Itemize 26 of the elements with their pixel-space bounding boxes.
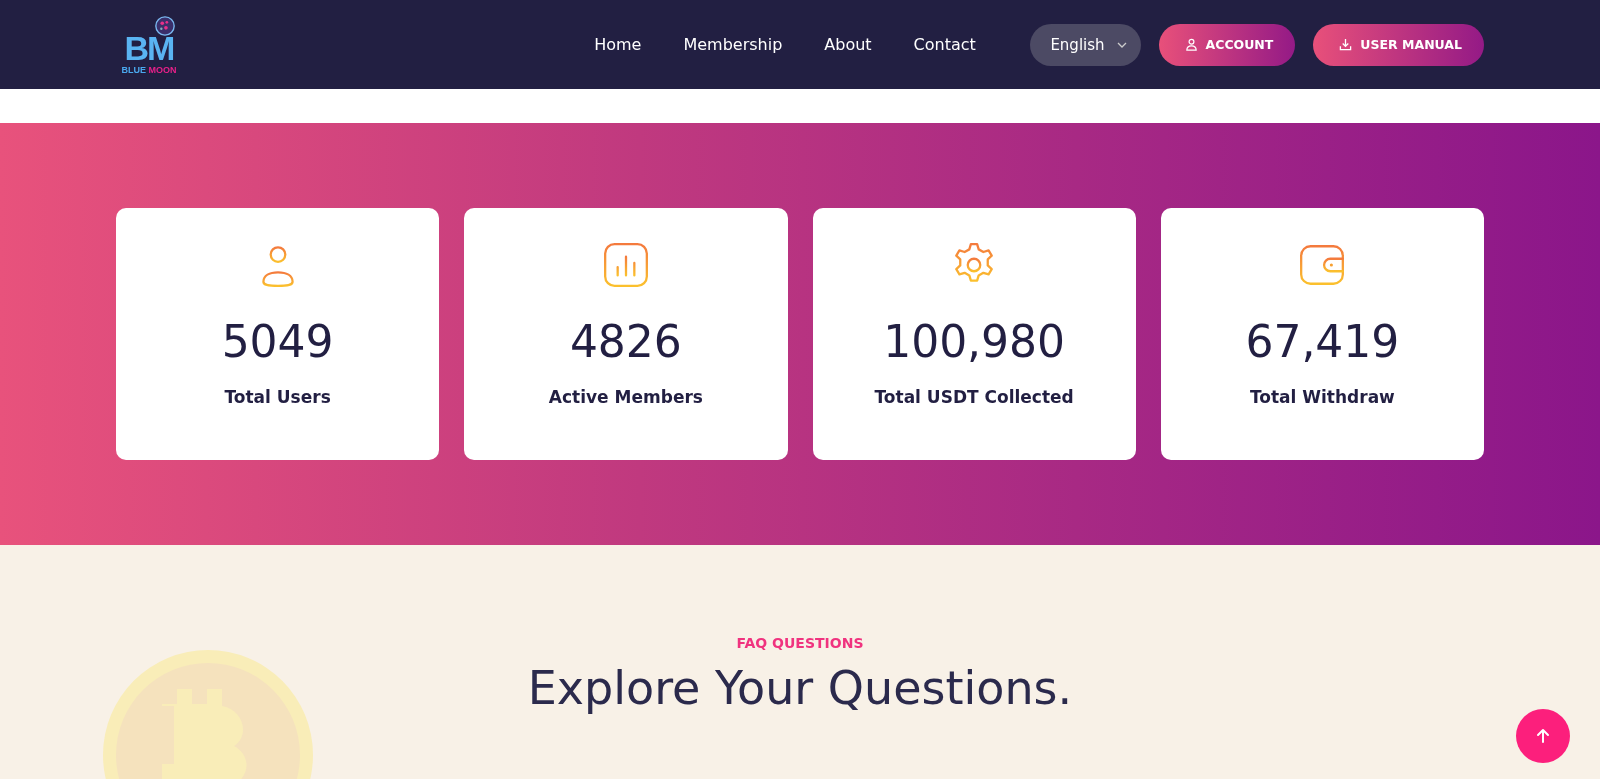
scroll-to-top-button[interactable] [1516,709,1570,763]
stat-label: Active Members [548,387,703,407]
stat-label: Total Withdraw [1249,387,1395,407]
stat-value: 100,980 [883,316,1066,367]
moon-icon [154,14,176,37]
section-heading: Explore Your Questions. [527,661,1073,715]
user-icon [1184,38,1198,51]
section-eyebrow: FAQ QUESTIONS [736,635,864,651]
user-manual-button[interactable]: USER MANUAL [1313,23,1484,66]
account-button[interactable]: ACCOUNT [1158,23,1296,66]
stat-value: 4826 [569,316,682,367]
chevron-down-icon [1116,41,1127,48]
nav-link[interactable]: About [824,35,872,54]
logo-name: BLUE MOON [121,65,177,75]
stat-value: 5049 [221,316,334,367]
language-dropdown[interactable]: English [1030,23,1141,66]
logo[interactable]: BM BLUE MOON [116,14,182,75]
stat-value: 67,419 [1245,316,1400,367]
arrow-up-icon [1535,728,1551,744]
download-icon [1339,38,1353,51]
nav-link[interactable]: Home [594,35,642,54]
stat-label: Total Users [224,387,331,407]
stat-label: Total USDT Collected [874,387,1074,407]
nav-link[interactable]: Contact [913,35,976,54]
nav-link[interactable]: Membership [683,35,783,54]
logo-letters: BM [124,30,174,65]
